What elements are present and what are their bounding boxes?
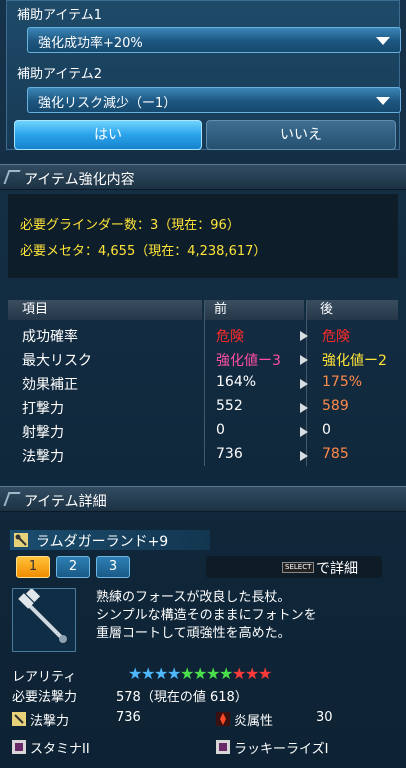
row-before: 0: [216, 422, 225, 438]
tab-2[interactable]: 2: [56, 556, 90, 578]
ability-1: スタミナII: [30, 742, 90, 757]
row-name: 効果補正: [22, 377, 78, 393]
row-name: 法撃力: [22, 449, 64, 465]
row-after: 589: [322, 398, 349, 414]
stat2-label: 炎属性: [234, 714, 274, 729]
table-row: 法撃力 736 785: [8, 444, 398, 467]
row-name: 最大リスク: [22, 353, 92, 369]
header-after: 後: [306, 300, 398, 320]
row-before: 736: [216, 446, 243, 462]
support-item-2-title: 補助アイテム2: [17, 67, 102, 82]
support-item-2-value: 強化リスク減少（ー1）: [38, 96, 177, 111]
stat1-value: 736: [116, 710, 141, 725]
ability-2: ラッキーライズI: [234, 742, 329, 757]
tech-attack-icon: [12, 712, 26, 726]
details-label: で詳細: [316, 561, 358, 577]
header-item: 項目: [8, 300, 202, 320]
select-key-icon: SELECT: [282, 562, 315, 573]
row-after: 危険: [322, 329, 350, 345]
row-name: 射撃力: [22, 425, 64, 441]
support-item-1-title: 補助アイテム1: [17, 8, 102, 23]
corner-icon: [3, 492, 21, 506]
special-ability-icon: [216, 740, 230, 754]
item-description-line: 熟練のフォースが改良した長杖。: [96, 590, 291, 605]
enhance-section-header: アイテム強化内容: [0, 164, 406, 190]
rarity-star-icon: ★: [258, 664, 273, 683]
stat2-value: 30: [316, 710, 333, 725]
row-before: 164%: [216, 374, 257, 390]
table-row: 効果補正 164% 175%: [8, 372, 398, 395]
meseta-requirement: 必要メセタ：4,655（現在：4,238,617）: [20, 244, 267, 259]
row-before: 552: [216, 398, 243, 414]
chevron-down-icon: [376, 97, 390, 105]
rod-image-icon: [18, 587, 67, 643]
item-thumbnail: [12, 587, 76, 652]
yes-button[interactable]: はい: [14, 120, 202, 150]
row-before: 強化値ー3: [216, 353, 281, 369]
row-name: 打撃力: [22, 401, 64, 417]
fire-element-icon: [216, 712, 230, 726]
rod-icon: [14, 533, 28, 547]
row-after: 強化値ー2: [322, 353, 387, 369]
arrow-right-icon: [300, 355, 308, 365]
rarity-label: レアリティ: [12, 670, 77, 685]
grinder-requirement: 必要グラインダー数：3（現在：96）: [20, 218, 240, 233]
row-before: 危険: [216, 329, 244, 345]
item-name: ラムダガーランド+9: [36, 534, 169, 550]
no-button[interactable]: いいえ: [206, 120, 396, 150]
table-row: 成功確率 危険 危険: [8, 324, 398, 347]
required-tech-label: 必要法撃力: [12, 690, 78, 705]
support-item-1-value: 強化成功率+20%: [38, 36, 143, 51]
support-item-2-dropdown[interactable]: 強化リスク減少（ー1）: [27, 87, 401, 113]
item-detail-section-header: アイテム詳細: [0, 486, 406, 512]
item-description-line: シンプルな構造そのままにフォトンを: [96, 608, 317, 623]
details-button[interactable]: SELECT で詳細: [206, 556, 382, 578]
item-detail-section-title: アイテム詳細: [24, 494, 107, 510]
corner-icon: [3, 170, 21, 184]
arrow-right-icon: [300, 403, 308, 413]
enhance-window: 補助アイテム1 強化成功率+20% 補助アイテム2 強化リスク減少（ー1） はい…: [0, 0, 406, 768]
table-row: 射撃力 0 0: [8, 420, 398, 443]
support-item-1-dropdown[interactable]: 強化成功率+20%: [27, 27, 401, 53]
required-tech-value: 578（現在の値 618）: [116, 690, 248, 705]
arrow-right-icon: [300, 379, 308, 389]
item-description-line: 重層コートして頑強性を高めた。: [96, 626, 291, 641]
table-row: 打撃力 552 589: [8, 396, 398, 419]
row-name: 成功確率: [22, 329, 78, 345]
arrow-right-icon: [300, 451, 308, 461]
row-after: 175%: [322, 374, 363, 390]
tab-3[interactable]: 3: [96, 556, 130, 578]
stat1-label: 法撃力: [30, 714, 70, 729]
special-ability-icon: [12, 740, 26, 754]
enhance-section-title: アイテム強化内容: [24, 172, 135, 188]
row-after: 785: [322, 446, 349, 462]
row-after: 0: [322, 422, 331, 438]
tab-1[interactable]: 1: [16, 556, 50, 578]
header-before: 前: [204, 300, 304, 320]
arrow-right-icon: [300, 427, 308, 437]
arrow-right-icon: [300, 331, 308, 341]
table-row: 最大リスク 強化値ー3 強化値ー2: [8, 348, 398, 371]
chevron-down-icon: [376, 37, 390, 45]
requirements-box: 必要グラインダー数：3（現在：96） 必要メセタ：4,655（現在：4,238,…: [8, 194, 398, 278]
item-name-bar: ラムダガーランド+9: [10, 530, 210, 550]
